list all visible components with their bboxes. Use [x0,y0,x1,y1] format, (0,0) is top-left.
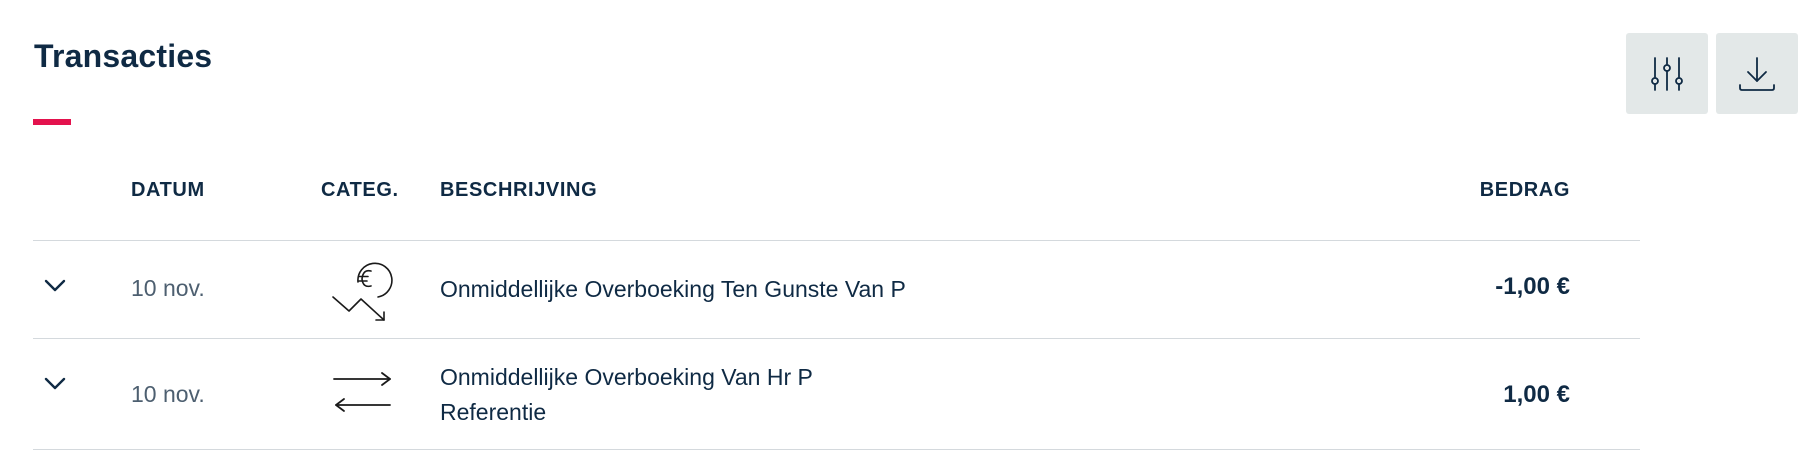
chevron-down-icon[interactable] [41,272,69,300]
download-icon [1739,56,1775,91]
title-underline [33,119,71,125]
download-button[interactable] [1716,33,1798,114]
page-title: Transacties [34,38,213,74]
euro-decrease-icon [332,262,393,321]
table-header: DATUM CATEG. BESCHRIJVING BEDRAG [33,160,1640,241]
transaction-date: 10 nov. [131,275,205,301]
description-line-2: Referentie [440,399,547,425]
chevron-down-icon[interactable] [41,370,69,398]
filter-button[interactable] [1626,33,1708,114]
column-header-datum[interactable]: DATUM [131,179,205,202]
transaction-date: 10 nov. [131,381,205,407]
transfer-arrows-icon [333,372,391,412]
table-row[interactable]: 10 nov. Onmiddellijke Overboeking Van Hr… [33,339,1640,450]
transaction-amount: 1,00 € [1503,381,1570,408]
description-line-1: Onmiddellijke Overboeking Van Hr P [440,364,813,390]
column-header-bedrag[interactable]: BEDRAG [1480,179,1570,202]
transaction-description: Onmiddellijke Overboeking Ten Gunste Van… [440,276,906,302]
column-header-beschrijving[interactable]: BESCHRIJVING [440,179,597,202]
sliders-icon [1651,56,1683,91]
transactions-table: DATUM CATEG. BESCHRIJVING BEDRAG 10 nov.… [33,160,1640,450]
table-row[interactable]: 10 nov. Onmiddellijke Overboeking Ten Gu… [33,241,1640,339]
transaction-amount: -1,00 € [1495,273,1570,300]
column-header-categ[interactable]: CATEG. [321,179,399,202]
transaction-description: Onmiddellijke Overboeking Van Hr P Refer… [440,360,813,430]
